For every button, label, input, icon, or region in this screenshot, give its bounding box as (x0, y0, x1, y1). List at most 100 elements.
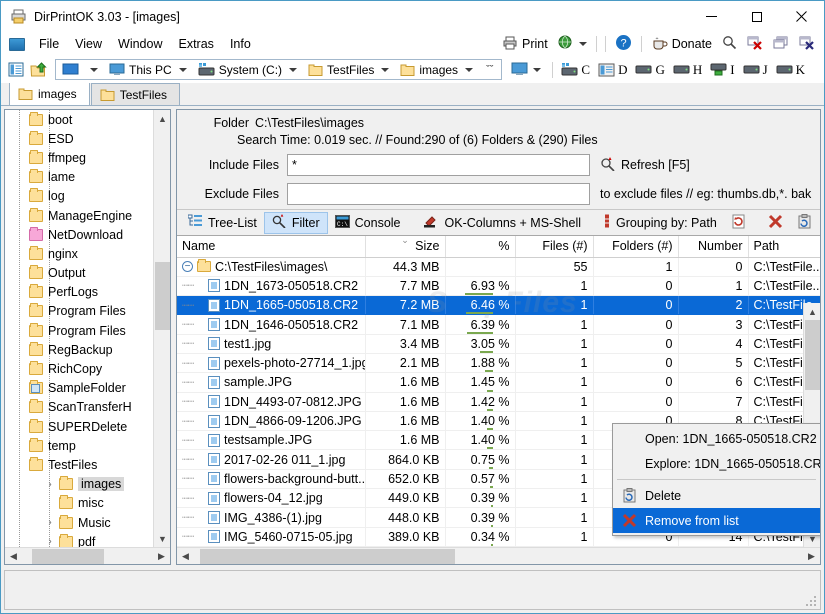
drive-c-button[interactable]: C (557, 59, 594, 81)
tree-item-boot[interactable]: ›boot (5, 110, 153, 129)
table-row[interactable]: ┈┈ 1DN_1665-050518.CR2 7.2 MB 6.46 % 1 0 2 C:\T… (177, 295, 820, 316)
collapse-icon[interactable]: − (182, 261, 193, 273)
scroll-thumb[interactable] (805, 320, 820, 390)
tab-testfiles[interactable]: TestFiles (90, 83, 181, 105)
chevron-down-icon[interactable] (90, 67, 98, 72)
table-row[interactable]: ┈┈ 1DN_1646-050518.CR2 7.1 MB 6.39 % 1 0 3 C:\T… (177, 314, 820, 335)
breadcrumb-images[interactable]: images (396, 60, 462, 79)
scroll-thumb[interactable] (32, 548, 104, 564)
table-row[interactable]: ┈┈ pexels-photo-27714_1.jpg 2.1 MB 1.88 % 1 0… (177, 353, 820, 374)
table-row[interactable]: ┈┈ sample.JPG 1.6 MB 1.45 % 1 0 6 C:\TestFile..… (177, 372, 820, 393)
drive-g-button[interactable]: G (631, 59, 668, 81)
menu-file[interactable]: File (31, 34, 67, 54)
tree-item-esd[interactable]: ESD (5, 129, 153, 148)
tree-list-button[interactable]: Tree-List (181, 212, 264, 234)
minimize-button[interactable] (689, 1, 734, 32)
console-button[interactable]: C:\ Console (328, 212, 408, 234)
copy-clipboard-button[interactable] (790, 212, 819, 234)
clear-list-button[interactable] (761, 212, 790, 234)
scroll-up-arrow[interactable]: ▲ (804, 303, 820, 320)
tree-item-program-files[interactable]: ›Program Files (5, 302, 153, 321)
close-all-button[interactable] (794, 34, 820, 55)
context-menu-item-delete[interactable]: Delete (613, 483, 820, 508)
cascade-windows-button[interactable] (768, 34, 794, 55)
tree-item-program-files[interactable]: ›Program Files (5, 321, 153, 340)
col-percent[interactable]: % (445, 236, 516, 258)
tree-item-images[interactable]: › images (5, 475, 153, 494)
refresh-button[interactable]: Refresh [F5] (600, 156, 690, 174)
menu-info[interactable]: Info (222, 34, 259, 54)
resize-grip-icon[interactable] (805, 595, 817, 607)
tree-item-temp[interactable]: temp (5, 436, 153, 455)
tree-item-superdelete[interactable]: SUPERDelete (5, 417, 153, 436)
breadcrumb-overflow[interactable]: ˇˇ (480, 64, 499, 76)
tree-item-nginx[interactable]: ›nginx (5, 244, 153, 263)
col-size[interactable]: ⌄ Size (365, 236, 446, 258)
chevron-down-icon[interactable] (465, 67, 474, 72)
scroll-right-arrow[interactable]: ▶ (153, 548, 170, 565)
include-files-input[interactable] (287, 154, 590, 176)
breadcrumb-testfiles[interactable]: TestFiles (304, 60, 378, 79)
tree-item-netdownload[interactable]: ›NetDownload (5, 225, 153, 244)
col-name[interactable]: Name (177, 236, 366, 258)
ok-columns-button[interactable]: OK-Columns + MS-Shell (416, 212, 589, 234)
scroll-down-arrow[interactable]: ▼ (154, 530, 170, 547)
table-row[interactable]: ┈┈ 1DN_4493-07-0812.JPG 1.6 MB 1.42 % 1 0 7 C:\… (177, 392, 820, 412)
list-horizontal-scrollbar[interactable]: ◀ ▶ (177, 547, 820, 564)
filter-button[interactable]: Filter (263, 211, 328, 234)
folder-tree[interactable]: ›bootESD›ffmpeg›lamelog›ManageEngine›Net… (5, 110, 153, 547)
scroll-thumb[interactable] (200, 548, 455, 564)
close-button[interactable] (779, 1, 824, 32)
donate-button[interactable]: Donate (646, 34, 717, 55)
context-menu-item-explore[interactable]: Explore: 1DN_1665-050518.CR2 (613, 451, 820, 476)
tree-item-ffmpeg[interactable]: ›ffmpeg (5, 148, 153, 167)
breadcrumb-root[interactable] (58, 60, 87, 79)
drive-i-button[interactable]: I (706, 59, 738, 81)
tree-vertical-scrollbar[interactable]: ▲ ▼ (153, 110, 170, 547)
scroll-thumb[interactable] (155, 262, 170, 330)
list-view-button[interactable] (5, 59, 27, 81)
table-row[interactable]: − C:\TestFiles\images\ 44.3 MB 55 1 0 C:\TestF… (177, 257, 820, 277)
tab-images[interactable]: images (9, 82, 90, 105)
table-row[interactable]: ┈┈ test1.jpg 3.4 MB 3.05 % 1 0 4 C:\TestFile... (177, 334, 820, 354)
chevron-down-icon[interactable] (381, 67, 390, 72)
table-row[interactable]: ┈┈ 1DN_1673-050518.CR2 7.7 MB 6.93 % 1 0 1 C:\T… (177, 276, 820, 297)
drive-d-button[interactable]: D (594, 59, 631, 81)
web-button[interactable] (553, 33, 592, 55)
tree-item-lame[interactable]: ›lame (5, 168, 153, 187)
tree-item-samplefolder[interactable]: ›SampleFolder (5, 379, 153, 398)
breadcrumb-system-c[interactable]: System (C:) (194, 60, 286, 79)
tree-item-testfiles[interactable]: ⌄TestFiles (5, 455, 153, 474)
scroll-left-arrow[interactable]: ◀ (177, 548, 194, 565)
open-folder-up-button[interactable] (27, 59, 49, 81)
scroll-up-arrow[interactable]: ▲ (154, 110, 170, 127)
drive-k-button[interactable]: K (772, 59, 809, 81)
exclude-files-input[interactable] (287, 183, 590, 205)
chevron-down-icon[interactable] (578, 42, 587, 46)
print-button[interactable]: Print (497, 34, 553, 55)
context-menu-item-remove-from-list[interactable]: Remove from list (613, 508, 820, 533)
chevron-down-icon[interactable] (533, 67, 542, 72)
scroll-right-arrow[interactable]: ▶ (803, 548, 820, 565)
drive-h-button[interactable]: H (669, 59, 706, 81)
refresh-grouping-button[interactable] (724, 212, 753, 234)
tree-expander-icon[interactable]: › (45, 536, 55, 547)
scroll-left-arrow[interactable]: ◀ (5, 548, 22, 565)
tree-horizontal-scrollbar[interactable]: ◀ ▶ (5, 547, 170, 564)
col-number[interactable]: Number (678, 236, 749, 258)
close-window-button[interactable] (742, 34, 768, 55)
breadcrumb[interactable]: This PC System (C:) TestFiles images ˇˇ (55, 59, 503, 80)
menu-view[interactable]: View (67, 34, 110, 54)
breadcrumb-this-pc[interactable]: This PC (105, 60, 176, 79)
tree-item-music[interactable]: › Music (5, 513, 153, 532)
tree-item-richcopy[interactable]: ›RichCopy (5, 359, 153, 378)
col-folders[interactable]: Folders (#) (593, 236, 679, 258)
chevron-down-icon[interactable] (289, 67, 298, 72)
maximize-button[interactable] (734, 1, 779, 32)
tree-item-output[interactable]: Output (5, 264, 153, 283)
menu-extras[interactable]: Extras (171, 34, 222, 54)
tree-item-manageengine[interactable]: ›ManageEngine (5, 206, 153, 225)
search-button[interactable] (717, 33, 742, 55)
tree-item-pdf[interactable]: › pdf (5, 532, 153, 547)
context-menu[interactable]: Open: 1DN_1665-050518.CR2 Explore: 1DN_16… (612, 423, 820, 536)
